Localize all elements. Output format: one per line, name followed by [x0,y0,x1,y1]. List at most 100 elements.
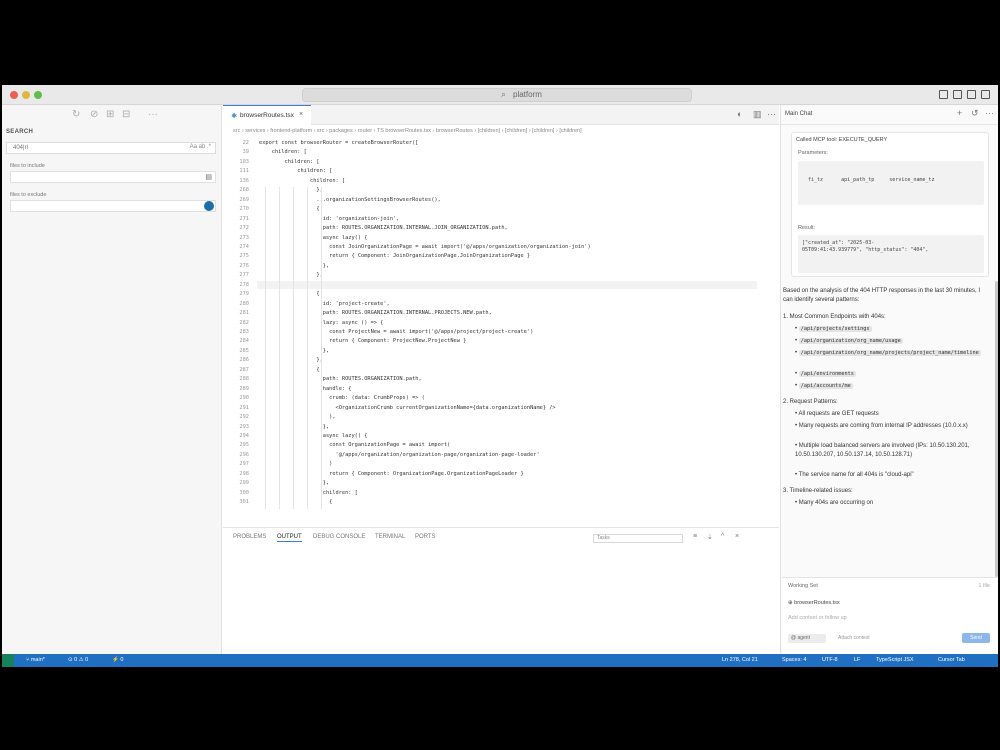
new-chat-icon[interactable]: + [957,108,962,118]
toggle-secondary-sidebar-icon[interactable] [967,90,976,99]
chat-tab[interactable]: Main Chat [785,111,812,117]
code-line[interactable]: }, [259,263,329,269]
code-line[interactable]: }, [259,272,322,278]
tab-debug-console[interactable]: DEBUG CONSOLE [313,534,365,540]
search-options[interactable]: Aa ab .* [190,144,211,150]
maximize-window-button[interactable] [34,91,42,99]
code-line[interactable]: return { Component: ProjectNew.ProjectNe… [259,338,466,344]
chat-scrollbar[interactable] [995,281,998,577]
code-line[interactable]: }, [259,480,329,486]
code-line[interactable]: { [259,291,319,297]
working-set-file[interactable]: ⊕ browserRoutes.tsx [788,600,840,606]
chat-input[interactable]: Add context or follow up [788,615,847,621]
output-channel-select[interactable]: Tasks [593,534,683,543]
encoding[interactable]: UTF-8 [822,657,838,663]
refresh-icon[interactable]: ↻ [72,109,80,120]
toggle-sidebar-icon[interactable] [939,90,948,99]
code-line[interactable]: '@/apps/organization/organization-page/o… [259,452,540,458]
indentation[interactable]: Spaces: 4 [782,657,806,663]
branch-indicator[interactable]: ⑂ main* [26,657,45,663]
breadcrumb[interactable]: src › services › frontend-platform › src… [233,128,582,134]
line-number: 294 [239,432,249,439]
code-line[interactable]: const ProjectNew = await import('@/apps/… [259,329,533,335]
clear-results-icon[interactable]: ⊘ [90,109,98,120]
code-line[interactable]: { [259,367,319,373]
book-icon[interactable]: ▤ [205,173,212,181]
code-line[interactable]: <OrganizationCrumb currentOrganizationNa… [259,405,556,411]
more-actions-icon[interactable]: ··· [148,109,158,120]
remote-indicator[interactable] [2,654,14,667]
new-search-editor-icon[interactable]: ⊞ [106,109,114,120]
close-panel-icon[interactable]: × [735,533,739,540]
code-line[interactable]: export const browserRouter = createBrows… [259,140,418,146]
code-line[interactable]: children: [ [259,490,358,496]
agent-select[interactable]: @ agent [788,634,826,643]
compare-icon[interactable]: ◐ [737,109,742,119]
customize-layout-icon[interactable] [981,90,990,99]
tab-ports[interactable]: PORTS [415,534,436,540]
problems-indicator[interactable]: ⊙ 0 ⚠ 0 [68,657,88,663]
code-area[interactable]: 22 export const browserRouter = createBro… [223,137,779,525]
tab-terminal[interactable]: TERMINAL [375,534,405,540]
close-window-button[interactable] [10,91,18,99]
code-line[interactable]: path: ROUTES.ORGANIZATION.INTERNAL.JOIN_… [259,225,508,231]
include-field[interactable]: ▤ [10,171,216,183]
code-line[interactable]: const OrganizationPage = await import( [259,442,450,448]
code-line[interactable]: path: ROUTES.ORGANIZATION.path, [259,376,422,382]
ports-indicator[interactable]: ⚡ 0 [112,657,123,663]
send-button[interactable]: Send [962,633,990,643]
code-line[interactable]: { [259,206,319,212]
code-line[interactable]: id: 'organization-join', [259,216,400,222]
code-line[interactable]: }, [259,348,329,354]
code-line[interactable]: async lazy() { [259,235,368,241]
history-icon[interactable]: ↺ [971,108,979,119]
code-line[interactable]: children: [ [259,159,320,165]
command-center[interactable]: ⌕ platform [302,88,692,102]
indent-guide [307,187,308,509]
cursor-tab[interactable]: Cursor Tab [938,657,965,663]
working-set-label: Working Set [788,583,818,589]
collapse-all-icon[interactable]: ⊟ [122,109,130,120]
code-line[interactable]: }, [259,424,329,430]
clear-output-icon[interactable]: ≡ [693,533,697,540]
exclude-field[interactable] [10,200,216,212]
code-line[interactable]: const JoinOrganizationPage = await impor… [259,244,591,250]
tab-close-icon[interactable]: × [299,111,303,118]
line-ending[interactable]: LF [854,657,860,663]
code-line[interactable]: children: [ [259,149,307,155]
cursor-position[interactable]: Ln 278, Col 21 [722,657,758,663]
split-editor-icon[interactable]: ▥ [753,109,762,120]
language-mode[interactable]: TypeScript JSX [876,657,914,663]
code-line[interactable]: ), [259,414,335,420]
code-line[interactable]: return { Component: OrganizationPage.Org… [259,471,524,477]
tab-browserroutes[interactable]: ⚛ browserRoutes.tsx × [223,105,311,125]
chat-list-item: • Many 404s are occurring on [795,499,985,508]
code-line[interactable]: }, [259,357,322,363]
chat-list-item: • The service name for all 404s is "clou… [795,471,985,480]
minimize-window-button[interactable] [22,91,30,99]
line-number: 274 [239,243,249,250]
chat-list-item: • All requests are GET requests [795,410,985,419]
chat-more-icon[interactable]: ··· [985,108,994,118]
code-line[interactable]: crumb: (data: CrumbProps) => ( [259,395,425,401]
toggle-panel-icon[interactable] [953,90,962,99]
tab-output[interactable]: OUTPUT [277,534,302,542]
code-line[interactable]: ...organizationSettingsBrowserRoutes(), [259,197,440,203]
lock-scroll-icon[interactable]: ⇣ [707,533,713,541]
editor-more-icon[interactable]: ··· [767,109,776,119]
tab-problems[interactable]: PROBLEMS [233,534,266,540]
code-line[interactable]: children: [ [259,178,345,184]
title-bar: ‹ ⌕ platform [2,85,998,105]
use-exclude-settings-icon[interactable] [204,201,214,211]
code-line[interactable]: return { Component: JoinOrganizationPage… [259,253,530,259]
tool-call-card[interactable]: Called MCP tool: EXECUTE_QUERY Parameter… [791,132,989,277]
line-number: 293 [239,423,249,430]
code-line[interactable]: children: [ [259,168,332,174]
maximize-panel-icon[interactable]: ^ [721,533,724,540]
attach-context-button[interactable]: Attach context [838,635,870,641]
code-line[interactable]: }, [259,187,322,193]
search-input[interactable]: 404|rl Aa ab .* [6,142,216,154]
line-number: 287 [239,366,249,373]
code-line[interactable]: async lazy() { [259,433,368,439]
code-line[interactable]: handle: { [259,386,352,392]
